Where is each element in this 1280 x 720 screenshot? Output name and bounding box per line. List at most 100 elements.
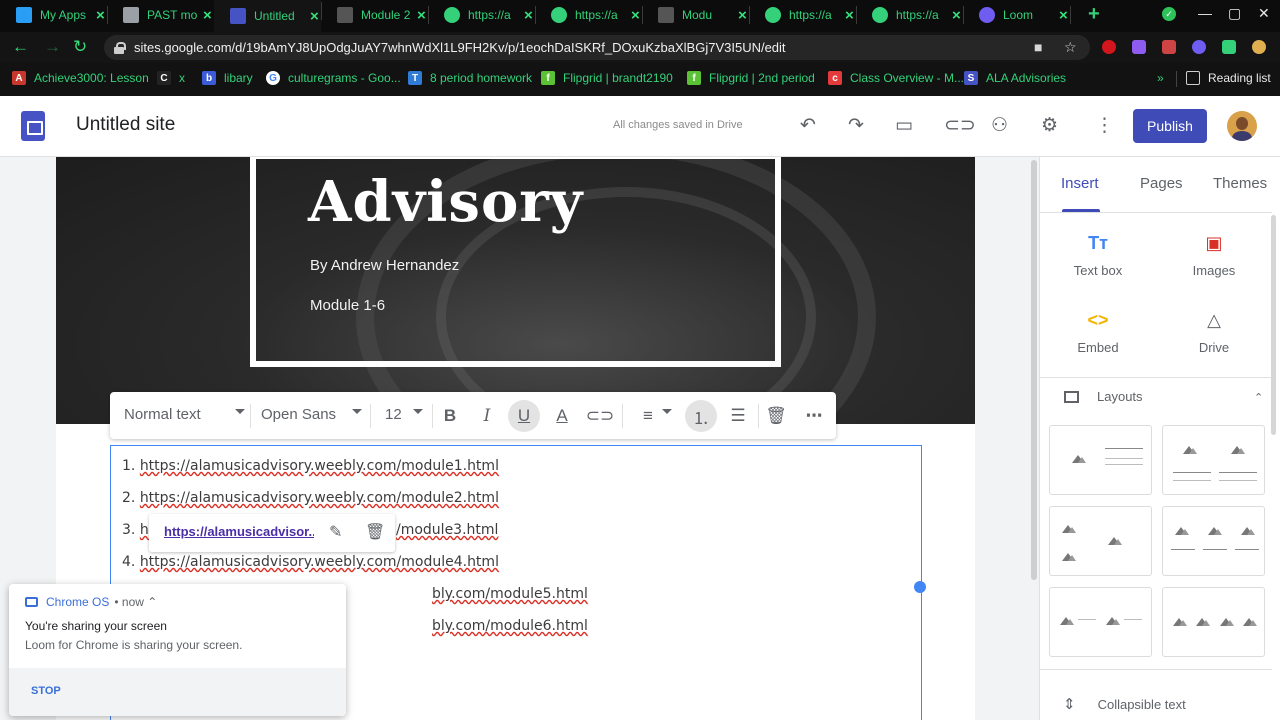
- layouts-section-header[interactable]: Layouts: [1064, 389, 1143, 404]
- maximize-icon[interactable]: ▢: [1228, 5, 1241, 22]
- omnibox[interactable]: sites.google.com/d/19bAmYJ8UpOdgJuAY7whn…: [104, 35, 1090, 60]
- page-byline[interactable]: By Andrew Hernandez: [310, 257, 459, 274]
- tab-insert[interactable]: Insert: [1061, 175, 1099, 192]
- delete-trash-icon[interactable]: 🗑: [764, 404, 788, 428]
- page-subtitle[interactable]: Module 1-6: [310, 297, 385, 314]
- record-extension-icon[interactable]: [1102, 40, 1116, 54]
- close-tab-icon[interactable]: ×: [1059, 7, 1068, 24]
- bookmark-item[interactable]: S ALA Advisories: [964, 71, 1066, 85]
- minimize-icon[interactable]: —: [1198, 5, 1212, 21]
- close-tab-icon[interactable]: ×: [952, 7, 961, 24]
- loom-extension-icon[interactable]: [1192, 40, 1206, 54]
- close-tab-icon[interactable]: ×: [417, 7, 426, 24]
- list-link[interactable]: /module3.html: [396, 522, 498, 538]
- tab-pages[interactable]: Pages: [1140, 175, 1183, 192]
- edit-pencil-icon[interactable]: ✎: [329, 522, 342, 542]
- text-color-icon[interactable]: A: [550, 404, 574, 428]
- close-window-icon[interactable]: ✕: [1258, 5, 1270, 22]
- notification-time[interactable]: • now ⌃: [114, 595, 157, 609]
- extension-icon[interactable]: [1162, 40, 1176, 54]
- bookmark-item[interactable]: f Flipgrid | 2nd period: [687, 71, 815, 85]
- insert-images-button[interactable]: ▣ Images: [1164, 233, 1264, 278]
- close-tab-icon[interactable]: ×: [524, 7, 533, 24]
- reload-icon[interactable]: ↻: [73, 37, 87, 57]
- undo-icon[interactable]: ↶: [800, 114, 816, 137]
- paragraph-style-dropdown[interactable]: Normal text: [124, 406, 201, 423]
- extensions-puzzle-icon[interactable]: [1222, 40, 1236, 54]
- browser-tab[interactable]: https://a ×: [535, 4, 643, 26]
- side-panel-scrollbar[interactable]: [1271, 215, 1276, 435]
- close-tab-icon[interactable]: ×: [738, 7, 747, 24]
- settings-gear-icon[interactable]: ⚙: [1041, 114, 1058, 137]
- bold-icon[interactable]: B: [438, 404, 462, 428]
- layout-card[interactable]: [1162, 425, 1265, 495]
- bookmark-item[interactable]: Cx: [157, 71, 185, 85]
- insert-link-icon[interactable]: ⊂⊃: [586, 404, 615, 428]
- reading-list-button[interactable]: Reading list: [1186, 71, 1271, 85]
- bulleted-list-icon[interactable]: ☰: [726, 404, 750, 428]
- bookmark-star-icon[interactable]: ☆: [1064, 39, 1077, 56]
- font-size-dropdown[interactable]: 12: [385, 406, 402, 423]
- browser-tab[interactable]: PAST mo ×: [107, 4, 215, 26]
- copy-link-icon[interactable]: ⊂⊃: [944, 114, 976, 137]
- browser-tab[interactable]: https://a ×: [856, 4, 964, 26]
- camera-icon[interactable]: ■: [1034, 39, 1042, 55]
- browser-tab[interactable]: Loom ×: [963, 4, 1071, 26]
- site-name-field[interactable]: Untitled site: [76, 114, 175, 136]
- redo-icon[interactable]: ↷: [848, 114, 864, 137]
- font-family-dropdown[interactable]: Open Sans: [261, 406, 336, 423]
- list-link[interactable]: https://alamusicadvisory.weebly.com/modu…: [140, 490, 499, 506]
- more-vert-icon[interactable]: ⋮: [1095, 114, 1114, 137]
- resize-handle[interactable]: [914, 581, 926, 593]
- browser-tab[interactable]: Untitled ×: [214, 0, 322, 32]
- publish-button[interactable]: Publish: [1133, 109, 1207, 143]
- list-link[interactable]: bly.com/module5.html: [432, 586, 588, 602]
- share-add-person-icon[interactable]: ⚇: [991, 114, 1008, 137]
- numbered-list-icon[interactable]: ⒈: [685, 400, 717, 432]
- layout-card[interactable]: [1162, 587, 1265, 657]
- insert-embed-button[interactable]: <> Embed: [1048, 310, 1148, 355]
- close-tab-icon[interactable]: ×: [96, 7, 105, 24]
- profile-sync-icon[interactable]: ✓: [1162, 7, 1176, 21]
- italic-icon[interactable]: I: [475, 404, 499, 428]
- back-icon[interactable]: ←: [12, 37, 29, 57]
- list-item[interactable]: 2. https://alamusicadvisory.weebly.com/m…: [122, 490, 499, 506]
- preview-devices-icon[interactable]: ▭: [895, 114, 913, 137]
- collapse-chevron-icon[interactable]: ⌃: [1254, 391, 1263, 404]
- insert-text-box-button[interactable]: Tт Text box: [1048, 233, 1148, 278]
- close-tab-icon[interactable]: ×: [631, 7, 640, 24]
- url-text[interactable]: sites.google.com/d/19bAmYJ8UpOdgJuAY7whn…: [134, 40, 786, 55]
- remove-link-trash-icon[interactable]: 🗑: [365, 522, 385, 542]
- underline-icon[interactable]: U: [508, 400, 540, 432]
- extension-icon[interactable]: [1132, 40, 1146, 54]
- bookmark-item[interactable]: f Flipgrid | brandt2190: [541, 71, 673, 85]
- stop-sharing-button[interactable]: STOP: [31, 685, 61, 697]
- align-left-icon[interactable]: ≡: [636, 404, 660, 428]
- list-link[interactable]: https://alamusicadvisory.weebly.com/modu…: [140, 458, 499, 474]
- insert-drive-button[interactable]: △ Drive: [1164, 310, 1264, 355]
- browser-tab[interactable]: My Apps ×: [0, 4, 108, 26]
- browser-tab[interactable]: https://a ×: [428, 4, 536, 26]
- list-link[interactable]: https://alamusicadvisory.weebly.com/modu…: [140, 554, 499, 570]
- google-sites-logo-icon[interactable]: [21, 111, 45, 141]
- tab-themes[interactable]: Themes: [1213, 175, 1267, 192]
- bookmark-item[interactable]: b libary: [202, 71, 253, 85]
- layout-card[interactable]: [1049, 425, 1152, 495]
- profile-avatar-icon[interactable]: [1252, 40, 1266, 54]
- bookmark-item[interactable]: Gculturegrams - Goo...: [266, 71, 401, 85]
- close-tab-icon[interactable]: ×: [310, 8, 319, 25]
- bookmark-item[interactable]: c Class Overview - M...: [828, 71, 964, 85]
- new-tab-icon[interactable]: +: [1088, 3, 1100, 26]
- close-tab-icon[interactable]: ×: [845, 7, 854, 24]
- bookmark-item[interactable]: A Achieve3000: Lesson: [12, 71, 149, 85]
- layout-card[interactable]: [1049, 506, 1152, 576]
- more-horiz-icon[interactable]: ⋯: [802, 404, 826, 428]
- page-title[interactable]: Advisory: [308, 169, 583, 235]
- bookmark-item[interactable]: T 8 period homework: [408, 71, 532, 85]
- bookmarks-overflow-icon[interactable]: »: [1157, 71, 1164, 85]
- browser-tab[interactable]: Module 2 ×: [321, 4, 429, 26]
- account-avatar[interactable]: [1227, 111, 1257, 141]
- layout-card[interactable]: [1049, 587, 1152, 657]
- hero-banner[interactable]: Advisory By Andrew Hernandez Module 1-6: [56, 157, 975, 424]
- forward-icon[interactable]: →: [44, 37, 61, 57]
